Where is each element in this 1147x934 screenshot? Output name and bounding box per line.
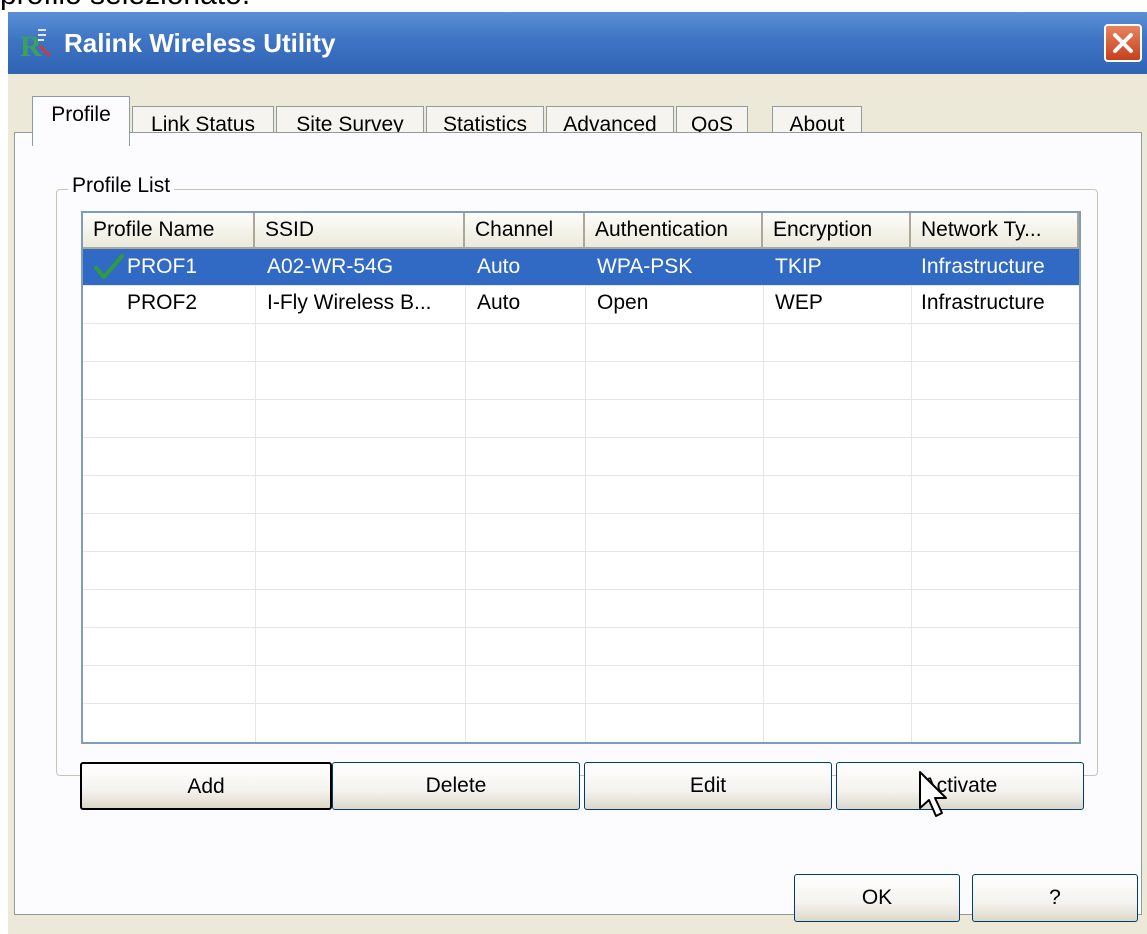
grid-line	[83, 361, 1079, 362]
grid-line	[83, 703, 1079, 704]
cell-channel: Auto	[477, 255, 521, 278]
cell-profile-name: PROF1	[127, 255, 198, 278]
column-header-channel[interactable]: Channel	[465, 213, 585, 249]
caption-text: profilo selezionato.	[0, 0, 250, 12]
cell-encryption: WEP	[775, 291, 823, 314]
column-header-profile-name[interactable]: Profile Name	[83, 213, 255, 249]
add-button[interactable]: Add	[80, 762, 332, 810]
grid-line	[83, 589, 1079, 590]
cell-profile-name: PROF2	[127, 291, 198, 314]
list-header: Profile Name SSID Channel Authentication…	[83, 213, 1079, 249]
delete-button[interactable]: Delete	[332, 762, 580, 810]
title-bar[interactable]: R Ralink Wireless Utility	[8, 12, 1147, 74]
help-button[interactable]: ?	[972, 874, 1138, 922]
activate-button[interactable]: Activate	[836, 762, 1084, 810]
ralink-icon: R	[20, 29, 52, 60]
grid-line	[83, 475, 1079, 476]
column-header-ssid[interactable]: SSID	[255, 213, 465, 249]
cell-ssid: A02-WR-54G	[267, 255, 394, 278]
edit-button[interactable]: Edit	[584, 762, 832, 810]
tab-profile[interactable]: Profile	[32, 96, 130, 146]
cell-network-type: Infrastructure	[921, 255, 1045, 278]
table-row[interactable]: PROF2 I-Fly Wireless B... Auto Open WEP …	[83, 285, 1079, 321]
cell-authentication: WPA-PSK	[597, 255, 693, 278]
close-button[interactable]	[1104, 24, 1142, 62]
cell-ssid: I-Fly Wireless B...	[267, 291, 432, 314]
cell-authentication: Open	[597, 291, 649, 314]
client-area: Profile Link Status Site Survey Statisti…	[8, 74, 1147, 934]
grid-line	[83, 513, 1079, 514]
table-row[interactable]: PROF1 A02-WR-54G Auto WPA-PSK TKIP Infra…	[83, 249, 1079, 285]
column-header-network-type[interactable]: Network Ty...	[911, 213, 1079, 249]
column-header-authentication[interactable]: Authentication	[585, 213, 763, 249]
mouse-pointer-icon	[919, 771, 947, 817]
cell-encryption: TKIP	[775, 255, 822, 278]
grid-line	[83, 627, 1079, 628]
checkmark-icon	[94, 254, 124, 279]
window-title: Ralink Wireless Utility	[64, 28, 336, 58]
grid-line	[83, 437, 1079, 438]
grid-line	[83, 323, 1079, 324]
grid-line	[83, 665, 1079, 666]
grid-line	[83, 399, 1079, 400]
ok-button[interactable]: OK	[794, 874, 960, 922]
grid-line	[83, 551, 1079, 552]
profile-list-view[interactable]: Profile Name SSID Channel Authentication…	[81, 211, 1081, 744]
close-icon	[1113, 33, 1133, 53]
dialog-window: R Ralink Wireless Utility Profile Link S…	[8, 12, 1147, 934]
profile-list-label: Profile List	[68, 174, 175, 198]
column-header-encryption[interactable]: Encryption	[763, 213, 911, 249]
cell-network-type: Infrastructure	[921, 291, 1045, 314]
cell-channel: Auto	[477, 291, 521, 314]
